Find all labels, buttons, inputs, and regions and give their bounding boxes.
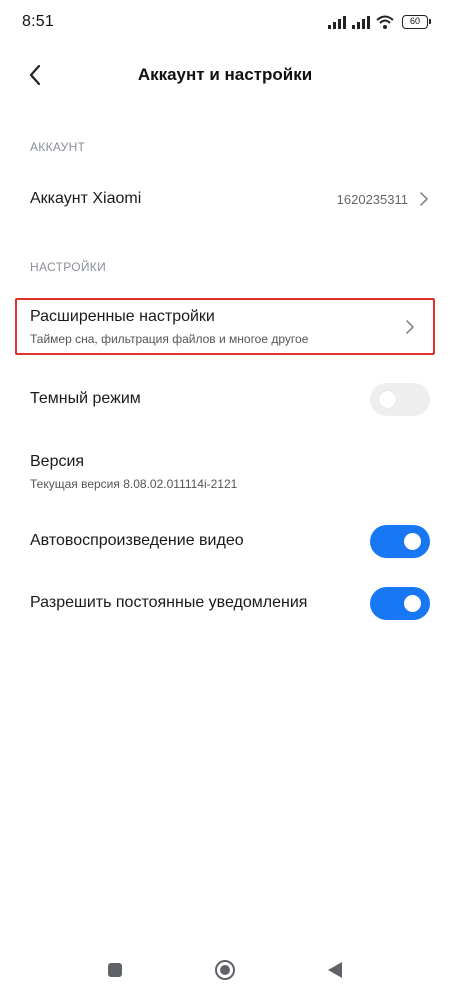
advanced-settings-text: Расширенные настройки Таймер сна, фильтр…: [30, 308, 308, 346]
screen: 8:51 60 Аккаунт и настройки АККАУНТ Акка…: [0, 0, 450, 1000]
status-bar: 8:51 60: [0, 0, 450, 44]
notifications-row: Разрешить постоянные уведомления: [0, 576, 450, 630]
account-row-value: 1620235311: [337, 191, 430, 207]
advanced-settings-row[interactable]: Расширенные настройки Таймер сна, фильтр…: [0, 300, 450, 354]
battery-icon: 60: [402, 15, 431, 29]
autoplay-toggle[interactable]: [370, 524, 430, 558]
toggle-knob: [379, 390, 396, 408]
notifications-title: Разрешить постоянные уведомления: [30, 594, 308, 611]
nav-back-icon: [328, 962, 342, 978]
header: Аккаунт и настройки: [0, 50, 450, 100]
chevron-right-icon: [420, 192, 428, 206]
back-nav-button[interactable]: [320, 955, 350, 985]
version-title: Версия: [30, 453, 85, 470]
version-row: Версия Текущая версия 8.08.02.011114i-21…: [0, 444, 450, 500]
status-time: 8:51: [22, 13, 54, 30]
dark-mode-toggle[interactable]: [370, 382, 430, 416]
back-button[interactable]: [18, 60, 52, 90]
autoplay-title: Автовоспроизведение видео: [30, 532, 244, 549]
account-id: 1620235311: [336, 191, 408, 207]
recent-apps-button[interactable]: [100, 955, 130, 985]
account-row-title: Аккаунт Xiaomi: [30, 190, 142, 207]
dark-mode-row: Темный режим: [0, 372, 450, 426]
advanced-settings-title: Расширенные настройки: [30, 308, 215, 325]
autoplay-row: Автовоспроизведение видео: [0, 514, 450, 568]
nav-square-icon: [108, 963, 122, 977]
advanced-settings-subtitle: Таймер сна, фильтрация файлов и многое д…: [30, 332, 309, 346]
version-subtitle: Текущая версия 8.08.02.011114i-2121: [30, 477, 238, 491]
signal-icon: [328, 15, 346, 29]
wifi-icon: [376, 15, 394, 29]
toggle-knob: [404, 594, 421, 612]
dark-mode-title: Темный режим: [30, 390, 141, 407]
nav-home-icon: [215, 960, 235, 980]
page-title: Аккаунт и настройки: [137, 65, 313, 84]
section-label-settings: НАСТРОЙКИ: [30, 260, 107, 274]
chevron-right-icon: [406, 320, 414, 334]
status-icons: 60: [328, 15, 431, 29]
notifications-toggle[interactable]: [370, 586, 430, 620]
toggle-knob: [404, 532, 421, 550]
section-label-account: АККАУНТ: [30, 140, 86, 154]
home-button[interactable]: [210, 955, 240, 985]
navigation-bar: [0, 940, 450, 1000]
account-row[interactable]: Аккаунт Xiaomi 1620235311: [0, 172, 450, 226]
version-text: Версия Текущая версия 8.08.02.011114i-21…: [30, 453, 237, 491]
signal-icon: [352, 15, 370, 29]
back-chevron-icon: [29, 64, 41, 86]
